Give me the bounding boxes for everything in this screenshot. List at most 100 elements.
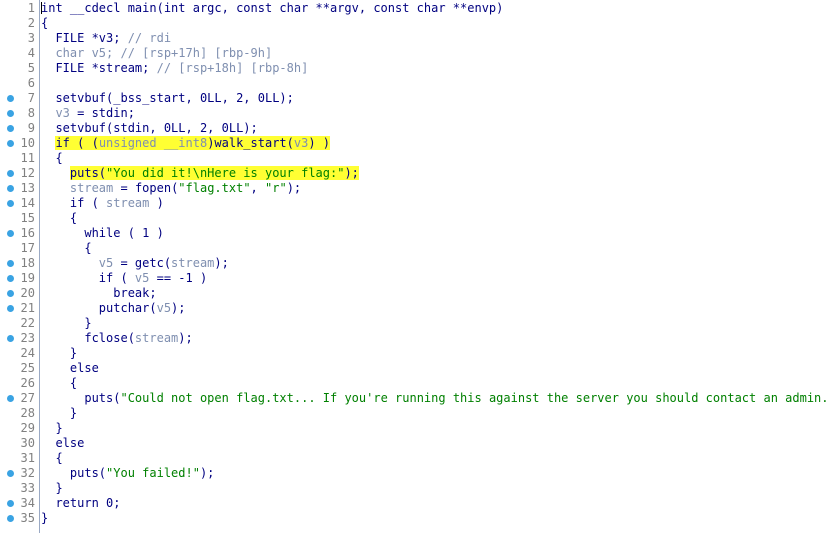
line-number: 12: [20, 166, 35, 180]
code-text: puts("You did it!\nHere is your flag:");: [41, 166, 359, 181]
code-line-1[interactable]: 1 int __cdecl main(int argc, const char *…: [0, 1, 828, 16]
pseudocode-view[interactable]: 1 int __cdecl main(int argc, const char *…: [0, 0, 828, 533]
code-token: {: [41, 241, 92, 255]
breakpoint-dot-icon[interactable]: [7, 140, 14, 147]
breakpoint-dot-icon[interactable]: [7, 290, 14, 297]
code-line-15[interactable]: 15 {: [0, 211, 828, 226]
code-token: else: [41, 436, 85, 450]
breakpoint-dot-icon[interactable]: [7, 230, 14, 237]
code-line-30[interactable]: 30 else: [0, 436, 828, 451]
code-line-29[interactable]: 29 }: [0, 421, 828, 436]
line-number: 9: [27, 121, 35, 135]
code-line-26[interactable]: 26 {: [0, 376, 828, 391]
code-text: {: [41, 451, 62, 466]
code-line-33[interactable]: 33 }: [0, 481, 828, 496]
code-token: = fopen(: [113, 181, 179, 195]
breakpoint-dot-icon[interactable]: [7, 515, 14, 522]
breakpoint-dot-icon[interactable]: [7, 275, 14, 282]
code-line-9[interactable]: 9 setvbuf(stdin, 0LL, 2, 0LL);: [0, 121, 828, 136]
code-line-13[interactable]: 13 stream = fopen("flag.txt", "r");: [0, 181, 828, 196]
code-line-34[interactable]: 34 return 0;: [0, 496, 828, 511]
breakpoint-dot-icon[interactable]: [7, 395, 14, 402]
code-line-32[interactable]: 32 puts("You failed!");: [0, 466, 828, 481]
code-text: stream = fopen("flag.txt", "r");: [41, 181, 301, 196]
line-number: 1: [27, 1, 35, 15]
code-token: }: [41, 406, 78, 420]
code-line-22[interactable]: 22 }: [0, 316, 828, 331]
code-line-7[interactable]: 7 setvbuf(_bss_start, 0LL, 2, 0LL);: [0, 91, 828, 106]
breakpoint-dot-icon[interactable]: [7, 185, 14, 192]
code-line-6[interactable]: 6: [0, 76, 828, 91]
code-token: {: [41, 376, 78, 390]
breakpoint-dot-icon[interactable]: [7, 260, 14, 267]
code-text: int __cdecl main(int argc, const char **…: [41, 1, 503, 16]
code-text: }: [41, 406, 77, 421]
code-text: {: [41, 376, 77, 391]
code-token: ; // [rsp+17h] [rbp-9h]: [106, 46, 273, 60]
line-number: 16: [20, 226, 35, 240]
code-line-19[interactable]: 19 if ( v5 == -1 ): [0, 271, 828, 286]
code-line-25[interactable]: 25 else: [0, 361, 828, 376]
code-token: puts(: [69, 166, 107, 180]
code-token: "flag.txt": [178, 181, 251, 195]
breakpoint-dot-icon[interactable]: [7, 200, 14, 207]
breakpoint-dot-icon[interactable]: [7, 470, 14, 477]
code-line-11[interactable]: 11 {: [0, 151, 828, 166]
code-text: fclose(stream);: [41, 331, 192, 346]
code-token: puts(: [41, 391, 121, 405]
code-token: while ( 1 ): [41, 226, 164, 240]
code-line-27[interactable]: 27 puts("Could not open flag.txt... If y…: [0, 391, 828, 406]
code-token: FILE *v3;: [41, 31, 128, 45]
code-token: );: [286, 181, 302, 195]
line-number: 15: [20, 211, 35, 225]
code-token: }: [41, 511, 49, 525]
code-text: puts("You failed!");: [41, 466, 215, 481]
breakpoint-dot-icon[interactable]: [7, 110, 14, 117]
code-token: "r": [265, 181, 287, 195]
code-line-4[interactable]: 4 char v5; // [rsp+17h] [rbp-9h]: [0, 46, 828, 61]
code-line-16[interactable]: 16 while ( 1 ): [0, 226, 828, 241]
code-line-20[interactable]: 20 break;: [0, 286, 828, 301]
code-text: {: [41, 151, 62, 166]
code-line-12[interactable]: 12 puts("You did it!\nHere is your flag:…: [0, 166, 828, 181]
breakpoint-dot-icon[interactable]: [7, 500, 14, 507]
code-line-23[interactable]: 23 fclose(stream);: [0, 331, 828, 346]
code-token: // rdi: [127, 31, 172, 45]
code-line-8[interactable]: 8 v3 = stdin;: [0, 106, 828, 121]
line-number: 20: [20, 286, 35, 300]
code-text: if ( v5 == -1 ): [41, 271, 207, 286]
code-line-3[interactable]: 3 FILE *v3; // rdi: [0, 31, 828, 46]
breakpoint-dot-icon[interactable]: [7, 305, 14, 312]
line-number: 25: [20, 361, 35, 375]
code-token: "You failed!": [106, 466, 200, 480]
code-line-28[interactable]: 28 }: [0, 406, 828, 421]
code-line-35[interactable]: 35}: [0, 511, 828, 526]
code-line-5[interactable]: 5 FILE *stream; // [rsp+18h] [rbp-8h]: [0, 61, 828, 76]
code-token: ): [149, 196, 164, 210]
code-token: v5: [91, 46, 107, 60]
code-token: FILE *stream;: [41, 61, 157, 75]
line-number: 27: [20, 391, 35, 405]
code-line-24[interactable]: 24 }: [0, 346, 828, 361]
code-line-21[interactable]: 21 putchar(v5);: [0, 301, 828, 316]
code-line-18[interactable]: 18 v5 = getc(stream);: [0, 256, 828, 271]
code-line-17[interactable]: 17 {: [0, 241, 828, 256]
breakpoint-dot-icon[interactable]: [7, 170, 14, 177]
breakpoint-dot-icon[interactable]: [7, 335, 14, 342]
breakpoint-dot-icon[interactable]: [7, 125, 14, 132]
code-token: fclose(: [41, 331, 135, 345]
line-number: 2: [27, 16, 35, 30]
breakpoint-dot-icon[interactable]: [7, 95, 14, 102]
code-line-14[interactable]: 14 if ( stream ): [0, 196, 828, 211]
code-token: );: [171, 301, 186, 315]
code-line-2[interactable]: 2{: [0, 16, 828, 31]
code-line-31[interactable]: 31 {: [0, 451, 828, 466]
code-token: v5: [98, 256, 114, 270]
code-text: setvbuf(stdin, 0LL, 2, 0LL);: [41, 121, 257, 136]
code-token: stream: [171, 256, 215, 270]
code-text: while ( 1 ): [41, 226, 164, 241]
code-token: ) ): [308, 136, 331, 150]
code-line-10[interactable]: 10 if ( (unsigned __int8)walk_start(v3) …: [0, 136, 828, 151]
